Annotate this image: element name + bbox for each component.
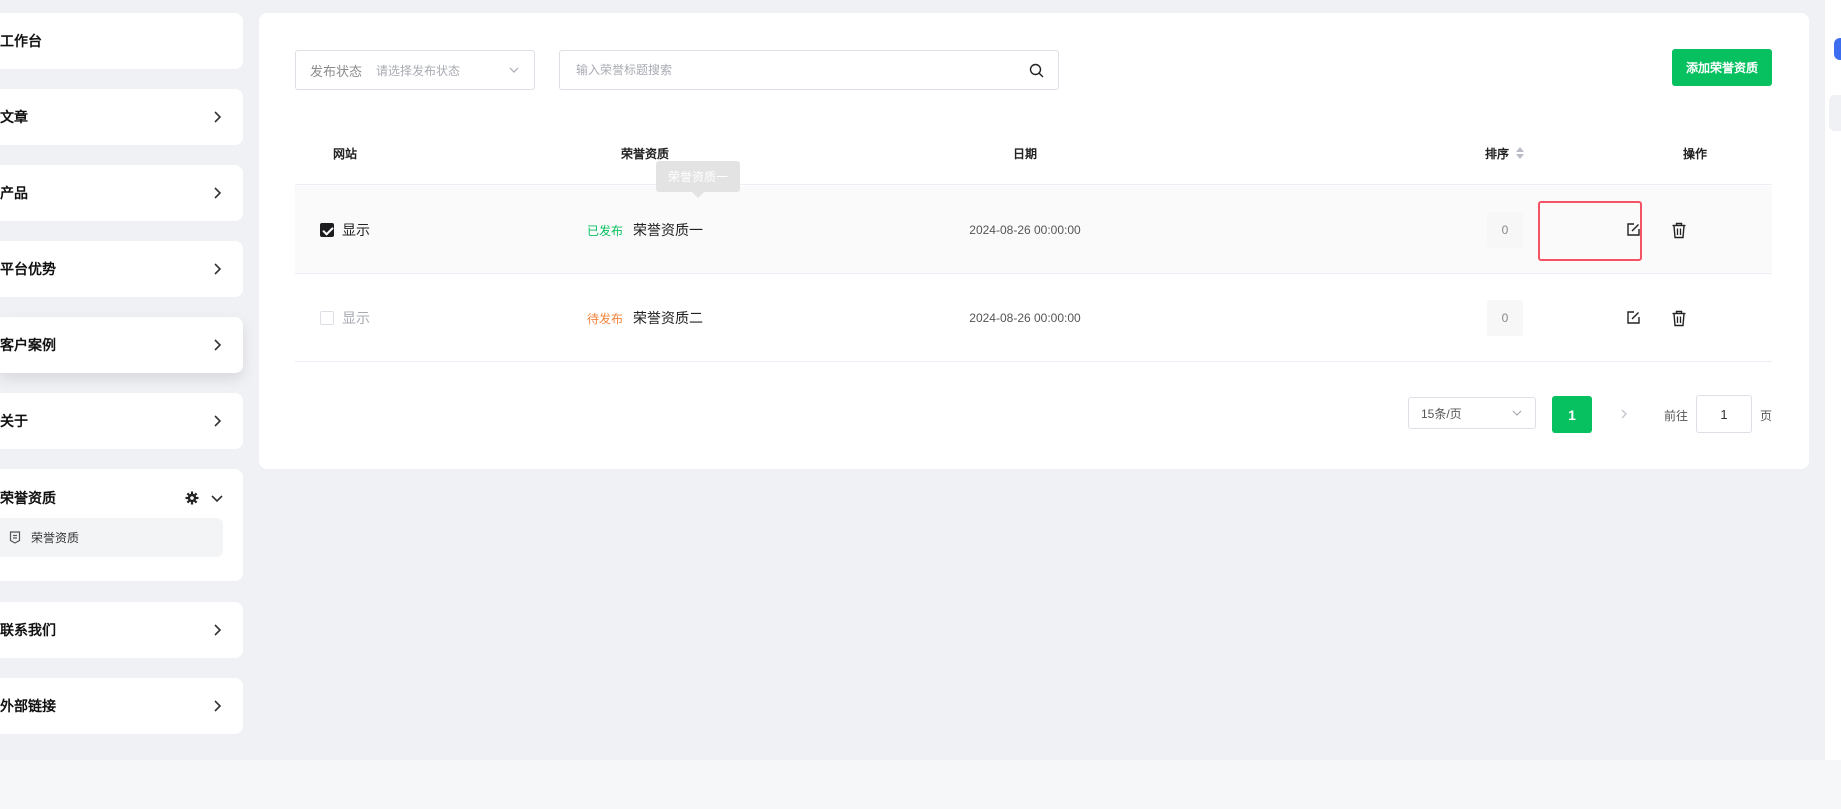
page-unit-label: 页 [1760, 409, 1773, 423]
sort-icon[interactable] [1515, 146, 1525, 160]
sidebar-item-label: 关于 [0, 413, 28, 429]
sidebar-subitem-label: 荣誉资质 [31, 531, 80, 545]
honor-title: 荣誉资质二 [633, 310, 703, 326]
sidebar-item-workbench[interactable]: 工作台 [0, 13, 243, 69]
avatar[interactable] [1834, 38, 1841, 60]
column-header-sort-label: 排序 [1484, 146, 1509, 161]
sidebar-item-label: 产品 [0, 185, 28, 201]
delete-icon[interactable] [1667, 306, 1691, 330]
edit-icon[interactable] [1621, 306, 1645, 330]
column-header-sort[interactable]: 排序 [1455, 121, 1555, 185]
sidebar-item-links[interactable]: 外部链接 [0, 678, 243, 734]
column-header-date: 日期 [1012, 146, 1037, 161]
date-cell: 2024-08-26 00:00:00 [925, 186, 1125, 274]
sidebar-item-label: 荣誉资质 [0, 490, 56, 506]
sidebar-item-articles[interactable]: 文章 [0, 89, 243, 145]
page-size-select[interactable]: 15条/页 [1408, 397, 1536, 429]
sidebar-item-advantages[interactable]: 平台优势 [0, 241, 243, 297]
site-checkbox[interactable] [320, 311, 334, 325]
site-cell: 显示 [295, 186, 395, 274]
goto-page-input[interactable] [1696, 395, 1752, 433]
chevron-right-icon [214, 111, 222, 123]
site-cell: 显示 [295, 274, 395, 362]
site-checkbox[interactable] [320, 223, 334, 237]
sidebar-item-label: 联系我们 [0, 622, 56, 638]
site-label: 显示 [342, 222, 370, 238]
chevron-right-icon [214, 187, 222, 199]
title-tooltip: 荣誉资质一 [656, 161, 740, 198]
search-box [559, 50, 1059, 90]
sidebar-item-products[interactable]: 产品 [0, 165, 243, 221]
chevron-down-icon [509, 67, 519, 73]
page-button-current[interactable]: 1 [1552, 396, 1592, 433]
filter-placeholder: 请选择发布状态 [376, 63, 461, 78]
search-input[interactable] [576, 63, 1029, 77]
sidebar-item-label: 外部链接 [0, 698, 56, 714]
sidebar: 工作台 文章 产品 平台优势 客户案例 关于 荣誉资质 荣誉资质 联系我们 外部… [0, 0, 243, 809]
page-size-value: 15条/页 [1421, 406, 1462, 421]
date-cell: 2024-08-26 00:00:00 [925, 274, 1125, 362]
sidebar-item-label: 客户案例 [0, 337, 56, 353]
table-row: 显示 已发布 荣誉资质一 2024-08-26 00:00:00 0 [295, 186, 1772, 274]
chevron-right-icon [214, 624, 222, 636]
sidebar-item-label: 工作台 [0, 33, 42, 49]
certificate-icon [9, 531, 21, 544]
honor-cell: 已发布 荣誉资质一 [555, 186, 735, 274]
add-honor-button[interactable]: 添加荣誉资质 [1672, 49, 1772, 86]
sidebar-item-label: 平台优势 [0, 261, 56, 277]
date-value: 2024-08-26 00:00:00 [969, 311, 1081, 325]
chevron-down-icon [1512, 410, 1522, 416]
actions-cell [1445, 274, 1745, 362]
sidebar-item-cases[interactable]: 客户案例 [0, 317, 243, 373]
delete-icon[interactable] [1667, 218, 1691, 242]
chevron-right-icon [214, 263, 222, 275]
sidebar-item-contact[interactable]: 联系我们 [0, 602, 243, 658]
chevron-right-icon [214, 415, 222, 427]
gear-icon[interactable] [185, 491, 199, 505]
site-label: 显示 [342, 310, 370, 326]
chevron-right-icon [214, 700, 222, 712]
chevron-right-icon [214, 339, 222, 351]
sidebar-item-about[interactable]: 关于 [0, 393, 243, 449]
sidebar-group-honors: 荣誉资质 荣誉资质 [0, 469, 243, 581]
honor-cell: 待发布 荣誉资质二 [555, 274, 735, 362]
selection-highlight [1538, 201, 1642, 261]
column-header-site: 网站 [332, 146, 357, 161]
date-value: 2024-08-26 00:00:00 [969, 223, 1081, 237]
honor-title: 荣誉资质一 [633, 222, 703, 238]
filter-label: 发布状态 [310, 63, 363, 79]
main-panel: 发布状态 请选择发布状态 添加荣誉资质 网站 荣誉资质 日期 排序 操作 显示 … [259, 13, 1809, 469]
footer-area [0, 760, 1841, 809]
table-row: 显示 待发布 荣誉资质二 2024-08-26 00:00:00 0 [295, 274, 1772, 362]
goto-label: 前往 [1664, 409, 1689, 423]
sidebar-subitem-honors[interactable]: 荣誉资质 [0, 518, 223, 557]
search-icon[interactable] [1029, 63, 1044, 78]
right-panel-tab[interactable] [1829, 95, 1841, 131]
status-badge: 已发布 [586, 223, 623, 238]
sidebar-item-label: 文章 [0, 109, 28, 125]
chevron-right-icon[interactable] [1616, 406, 1632, 422]
table-header: 网站 荣誉资质 日期 排序 操作 [295, 121, 1772, 185]
column-header-actions: 操作 [1682, 146, 1707, 161]
status-badge: 待发布 [586, 311, 623, 326]
chevron-down-icon[interactable] [209, 490, 225, 506]
publish-status-select[interactable]: 发布状态 请选择发布状态 [295, 50, 535, 90]
